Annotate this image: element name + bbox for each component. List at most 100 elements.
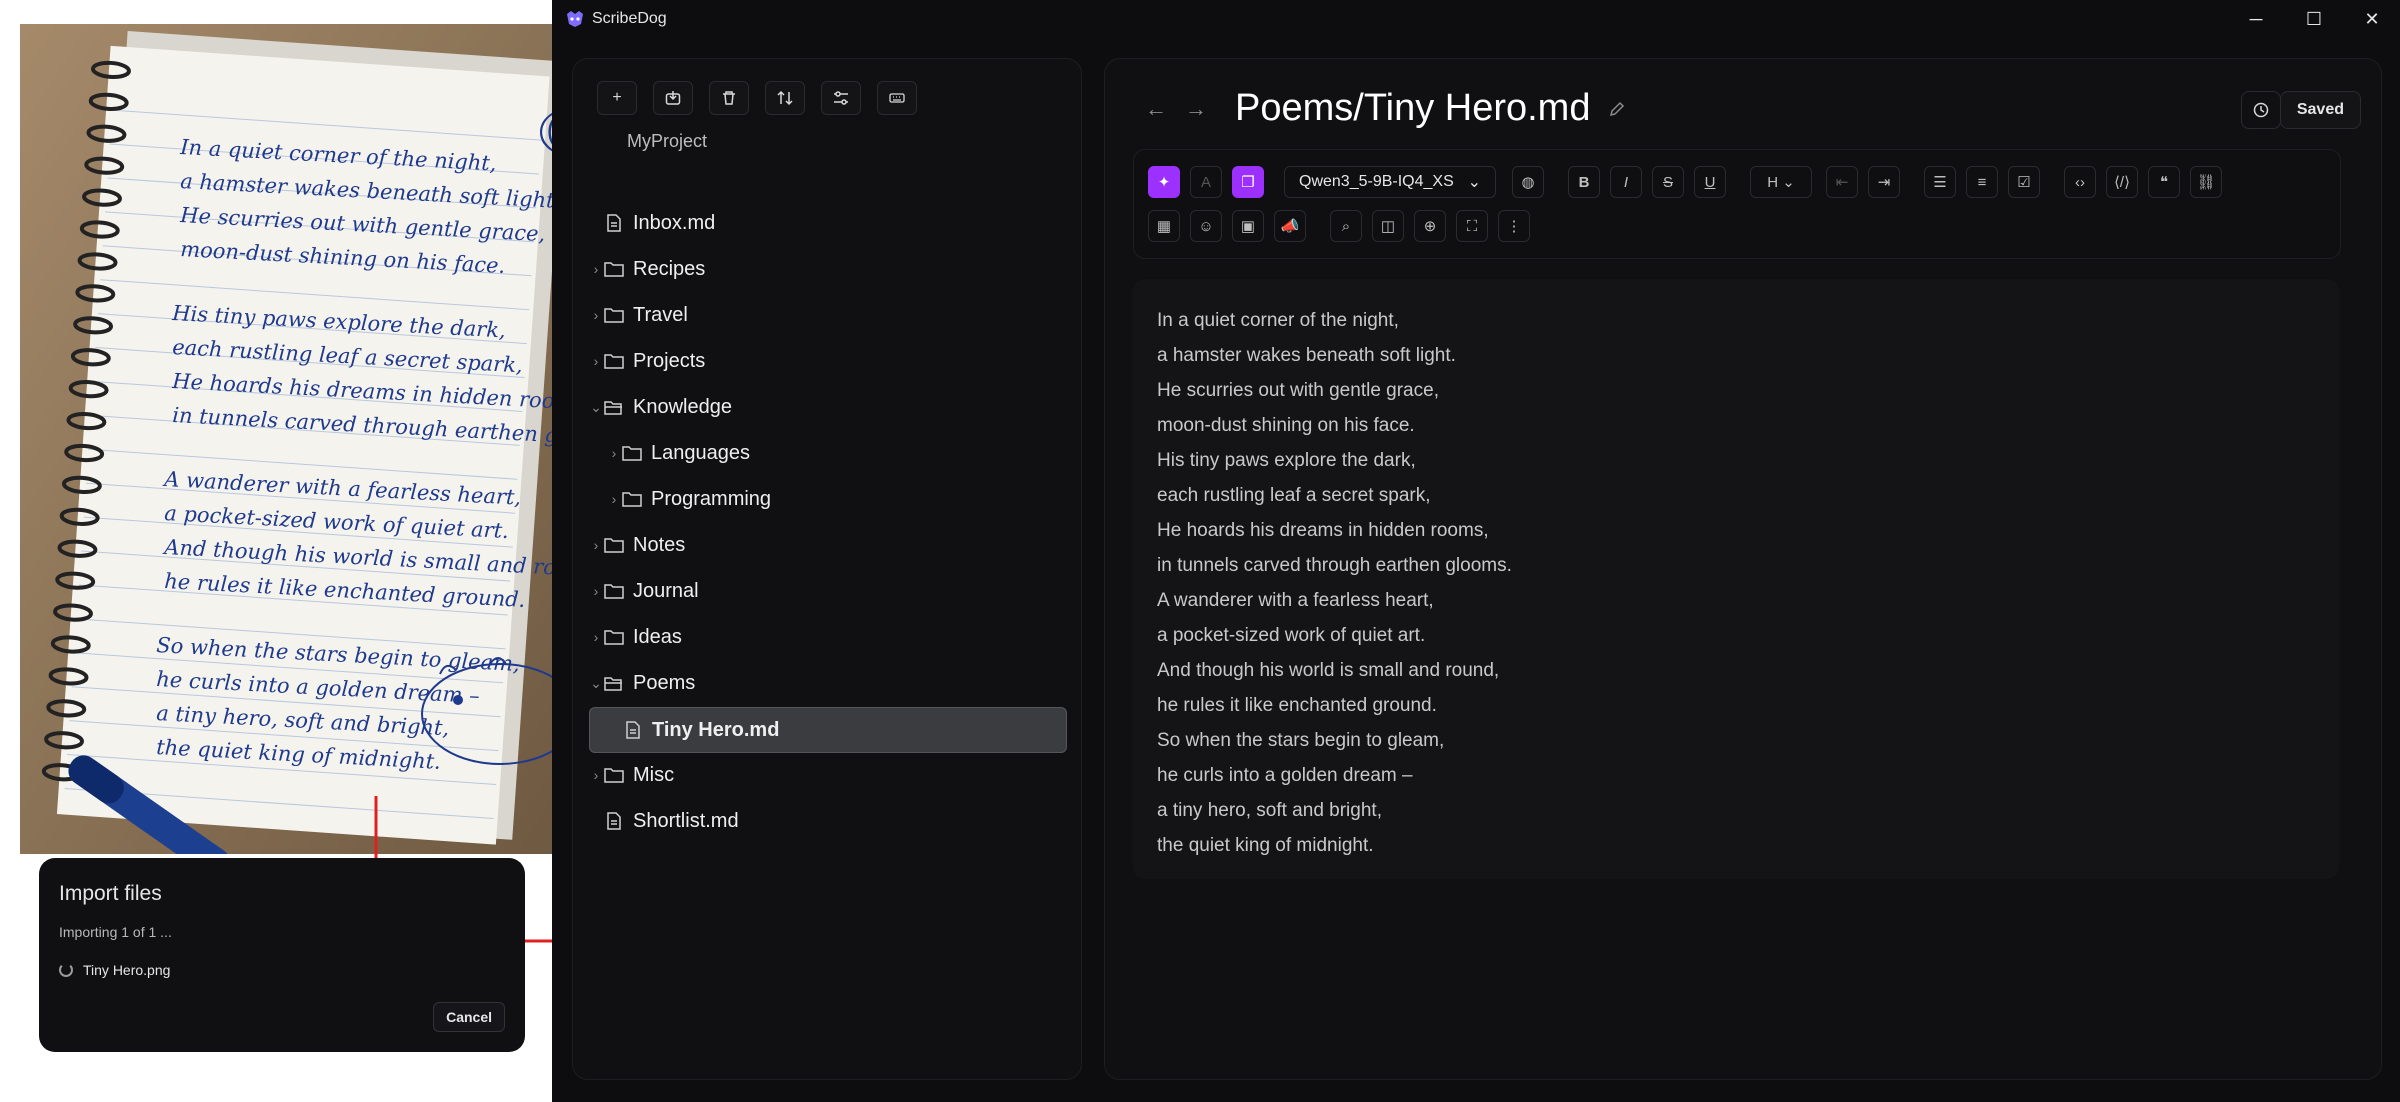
poem-line: His tiny paws explore the dark, bbox=[1157, 450, 1416, 471]
insert-image-button[interactable]: ▣ bbox=[1232, 210, 1264, 242]
saved-status-button[interactable]: Saved bbox=[2279, 91, 2361, 129]
strikethrough-button[interactable]: S bbox=[1652, 166, 1684, 198]
maximize-icon: ☐ bbox=[2305, 8, 2323, 29]
sort-button[interactable] bbox=[765, 81, 805, 115]
bullet-list-button[interactable]: ☰ bbox=[1924, 166, 1956, 198]
maximize-button[interactable]: ☐ bbox=[2286, 0, 2342, 38]
chevron-right-icon[interactable]: › bbox=[589, 583, 603, 599]
chevron-down-icon[interactable]: ⌄ bbox=[589, 675, 603, 692]
chevron-right-icon[interactable]: › bbox=[589, 537, 603, 553]
italic-icon: I bbox=[1623, 173, 1629, 191]
brain-button[interactable]: ◍ bbox=[1512, 166, 1544, 198]
tree-item[interactable]: › Projects bbox=[589, 339, 1029, 383]
ai-format-button[interactable]: A bbox=[1190, 166, 1222, 198]
image-icon: ▣ bbox=[1240, 218, 1256, 235]
back-button[interactable]: ← bbox=[1145, 96, 1167, 122]
minimize-button[interactable]: ─ bbox=[2228, 0, 2284, 38]
bold-button[interactable]: B bbox=[1568, 166, 1600, 198]
model-select[interactable]: Qwen3_5-9B-IQ4_XS ⌄ bbox=[1284, 166, 1496, 198]
inline-code-button[interactable]: ‹› bbox=[2064, 166, 2096, 198]
zoom-in-button[interactable]: ⊕ bbox=[1414, 210, 1446, 242]
split-view-button[interactable]: ◫ bbox=[1372, 210, 1404, 242]
ai-chat-button[interactable]: ❐ bbox=[1232, 166, 1264, 198]
code-block-button[interactable]: ⟨/⟩ bbox=[2106, 166, 2138, 198]
folder-open-icon bbox=[603, 396, 625, 418]
folder-open-icon bbox=[603, 672, 625, 694]
tree-item[interactable]: › Languages bbox=[589, 431, 1047, 475]
more-options-button[interactable]: ⋮ bbox=[1498, 210, 1530, 242]
new-file-button[interactable]: + bbox=[597, 81, 637, 115]
tree-item[interactable]: › Notes bbox=[589, 523, 1029, 567]
link-button[interactable]: ⛓ bbox=[2190, 166, 2222, 198]
tree-item[interactable]: › Journal bbox=[589, 569, 1029, 613]
keyboard-button[interactable] bbox=[877, 81, 917, 115]
chevron-right-icon[interactable]: › bbox=[589, 767, 603, 783]
file-icon bbox=[603, 212, 625, 234]
outdent-button[interactable]: ⇤ bbox=[1826, 166, 1858, 198]
close-button[interactable]: ✕ bbox=[2344, 0, 2400, 38]
tree-item[interactable]: › Travel bbox=[589, 293, 1029, 337]
poem-line: a hamster wakes beneath soft light. bbox=[1157, 345, 1456, 366]
chevron-down-icon: ⌄ bbox=[1782, 174, 1795, 191]
chevron-right-icon[interactable]: › bbox=[607, 445, 621, 461]
checklist-button[interactable]: ☑ bbox=[2008, 166, 2040, 198]
tree-item-label: Tiny Hero.md bbox=[652, 718, 780, 741]
ai-assist-button[interactable]: ✦ bbox=[1148, 166, 1180, 198]
tree-item-label: Poems bbox=[633, 671, 696, 694]
table-button[interactable]: ▦ bbox=[1148, 210, 1180, 242]
poem-line: a pocket-sized work of quiet art. bbox=[1157, 625, 1426, 646]
model-select-value: Qwen3_5-9B-IQ4_XS bbox=[1299, 173, 1454, 190]
underline-button[interactable]: U bbox=[1694, 166, 1726, 198]
quote-button[interactable]: ❝ bbox=[2148, 166, 2180, 198]
search-icon: ⌕ bbox=[1341, 217, 1351, 235]
file-tree-panel: + MyProject Inbox.md › Recipes › Travel › Proj… bbox=[572, 58, 1082, 1080]
chevron-right-icon[interactable]: › bbox=[589, 261, 603, 277]
strikethrough-icon: S bbox=[1662, 173, 1673, 191]
tree-item[interactable]: Shortlist.md bbox=[589, 799, 1029, 843]
announce-button[interactable]: 📣 bbox=[1274, 210, 1306, 242]
numbered-list-icon: ≡ bbox=[1977, 173, 1987, 191]
search-button[interactable]: ⌕ bbox=[1330, 210, 1362, 242]
settings-button[interactable] bbox=[821, 81, 861, 115]
tree-item[interactable]: Inbox.md bbox=[589, 201, 1029, 245]
delete-button[interactable] bbox=[709, 81, 749, 115]
heading-dropdown[interactable]: H ⌄ bbox=[1750, 166, 1812, 198]
tree-item[interactable]: › Misc bbox=[589, 753, 1029, 797]
app-logo-icon bbox=[567, 11, 583, 27]
indent-button[interactable]: ⇥ bbox=[1868, 166, 1900, 198]
folder-icon bbox=[603, 764, 625, 786]
chevron-right-icon[interactable]: › bbox=[589, 307, 603, 323]
tree-item[interactable]: ⌄ Poems bbox=[589, 661, 1029, 705]
chevron-right-icon[interactable]: › bbox=[607, 491, 621, 507]
tree-item[interactable]: › Ideas bbox=[589, 615, 1029, 659]
forward-button[interactable]: → bbox=[1185, 96, 1207, 122]
document-body[interactable]: In a quiet corner of the night, a hamster… bbox=[1133, 279, 2339, 879]
tree-item[interactable]: › Recipes bbox=[589, 247, 1029, 291]
tree-item[interactable]: ⌄ Knowledge bbox=[589, 385, 1029, 429]
tree-item-label: Notes bbox=[633, 533, 686, 556]
focus-mode-button[interactable]: ⛶ bbox=[1456, 210, 1488, 242]
history-button[interactable] bbox=[2241, 91, 2281, 129]
poem-line: A wanderer with a fearless heart, bbox=[1157, 590, 1434, 611]
chevron-right-icon[interactable]: › bbox=[589, 629, 603, 645]
tree-item-label: Projects bbox=[633, 349, 706, 372]
import-dialog: Import files Importing 1 of 1 ... Tiny H… bbox=[39, 858, 525, 1052]
chevron-right-icon[interactable]: › bbox=[589, 353, 603, 369]
chevron-down-icon[interactable]: ⌄ bbox=[589, 399, 603, 416]
tree-item-label: Travel bbox=[633, 303, 688, 326]
tree-item[interactable]: › Programming bbox=[589, 477, 1047, 521]
bold-icon: B bbox=[1578, 173, 1590, 191]
numbered-list-button[interactable]: ≡ bbox=[1966, 166, 1998, 198]
italic-button[interactable]: I bbox=[1610, 166, 1642, 198]
tree-item[interactable]: Tiny Hero.md bbox=[589, 707, 1067, 753]
tree-item-label: Ideas bbox=[633, 625, 682, 648]
cancel-button[interactable]: Cancel bbox=[433, 1002, 505, 1032]
document-header: ← → Poems/Tiny Hero.md bbox=[1145, 87, 1626, 130]
import-button[interactable] bbox=[653, 81, 693, 115]
tree-item-label: Programming bbox=[651, 487, 772, 510]
chat-icon: ❐ bbox=[1241, 174, 1255, 191]
poem-line: So when the stars begin to gleam, bbox=[1157, 730, 1445, 751]
emoji-button[interactable]: ☺ bbox=[1190, 210, 1222, 242]
rename-pencil-icon[interactable] bbox=[1608, 100, 1626, 118]
import-file-name: Tiny Hero.png bbox=[83, 962, 171, 978]
